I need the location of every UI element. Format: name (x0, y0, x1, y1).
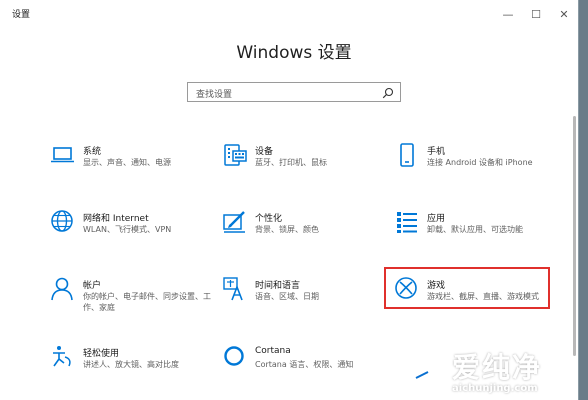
laptop-icon (51, 147, 74, 163)
apps-list-icon (397, 212, 417, 233)
tile-description: 语音、区域、日期 (255, 292, 319, 301)
tile-title: 应用 (427, 214, 446, 224)
maximize-button[interactable]: ☐ (522, 0, 550, 28)
scrollbar[interactable] (573, 116, 576, 356)
page-title: Windows 设置 (236, 43, 352, 63)
tile-time-language[interactable]: 时间和语言 语音、区域、日期 (222, 276, 392, 324)
tile-title: 帐户 (83, 281, 102, 291)
tile-description: Cortana 语言、权限、通知 (255, 360, 354, 369)
keyboard-icon (224, 144, 247, 166)
tile-system[interactable]: 系统 显示、声音、通知、电源 (50, 142, 220, 190)
globe-icon (51, 210, 73, 232)
tile-apps[interactable]: 应用 卸载、默认应用、可选功能 (394, 209, 564, 257)
tile-personalization[interactable]: 个性化 背景、锁屏、颜色 (222, 209, 392, 257)
tile-title: 设备 (255, 147, 274, 157)
tile-description: 连接 Android 设备和 iPhone (427, 158, 533, 167)
tile-description: 蓝牙、打印机、鼠标 (255, 158, 327, 167)
watermark-url: aichunjing.com (452, 383, 538, 394)
search-icon[interactable] (382, 87, 394, 99)
tile-title: Cortana (255, 346, 291, 356)
window-title: 设置 (12, 10, 31, 20)
tile-cortana[interactable]: Cortana Cortana 语言、权限、通知 (222, 344, 392, 392)
tile-title: 网络和 Internet (83, 214, 149, 224)
accessibility-icon (53, 346, 71, 367)
search-input[interactable]: 查找设置 (187, 82, 401, 102)
tile-ease-of-access[interactable]: 轻松使用 讲述人、放大镜、高对比度 (50, 344, 220, 392)
paintbrush-icon (223, 211, 245, 233)
tile-title: 个性化 (255, 214, 283, 224)
tile-description: 背景、锁屏、颜色 (255, 225, 319, 234)
phone-icon (400, 143, 414, 167)
tile-title: 系统 (83, 147, 102, 157)
tile-network[interactable]: 网络和 Internet WLAN、飞行模式、VPN (50, 209, 220, 257)
tile-title: 轻松使用 (83, 349, 120, 359)
tile-description: WLAN、飞行模式、VPN (83, 225, 172, 234)
tile-devices[interactable]: 设备 蓝牙、打印机、鼠标 (222, 142, 392, 190)
tile-description: 卸载、默认应用、可选功能 (427, 225, 523, 234)
cortana-icon (224, 346, 244, 366)
tile-description: 显示、声音、通知、电源 (83, 158, 171, 167)
highlight-box (384, 267, 550, 309)
person-icon (51, 277, 73, 301)
language-icon (223, 277, 243, 301)
tile-accounts[interactable]: 帐户 你的帐户、电子邮件、同步设置、工作、家庭 (50, 276, 220, 324)
settings-window: 设置 — ☐ ✕ Windows 设置 查找设置 系统 显示、声音、通知、电源 (0, 0, 579, 400)
watermark-brand: 爱纯净 (452, 351, 543, 384)
search-placeholder: 查找设置 (196, 90, 233, 100)
tile-description: 你的帐户、电子邮件、同步设置、工作、家庭 (83, 292, 211, 312)
title-bar[interactable]: 设置 — ☐ ✕ (0, 0, 578, 28)
minimize-button[interactable]: — (494, 0, 522, 28)
tile-description: 讲述人、放大镜、高对比度 (83, 360, 179, 369)
tile-title: 时间和语言 (255, 281, 301, 291)
close-button[interactable]: ✕ (550, 0, 578, 28)
watermark: 爱纯净 aichunjing.com (392, 344, 588, 400)
tile-title: 手机 (427, 147, 446, 157)
logo-icon (400, 352, 434, 388)
tile-phone[interactable]: 手机 连接 Android 设备和 iPhone (394, 142, 564, 190)
